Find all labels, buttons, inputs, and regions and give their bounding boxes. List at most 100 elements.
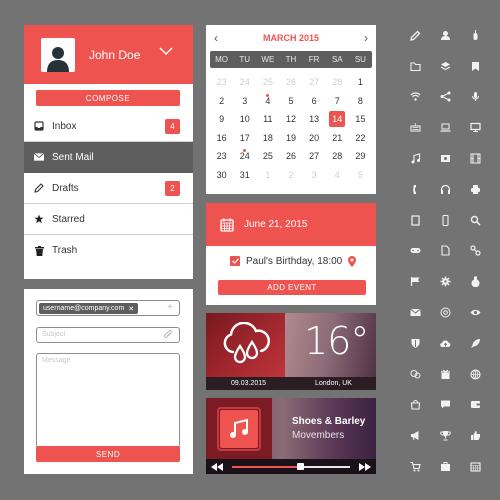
calendar-day[interactable]: 4 <box>326 166 349 185</box>
next-month-button[interactable]: › <box>364 32 368 44</box>
subject-input[interactable]: Subject <box>36 327 180 343</box>
calendar-day[interactable]: 30 <box>210 166 233 185</box>
day-number: 29 <box>355 151 366 162</box>
calendar-day[interactable]: 4 <box>256 92 279 111</box>
calendar-day[interactable]: 9 <box>210 110 233 129</box>
add-recipient-icon[interactable]: + <box>167 302 173 313</box>
briefcase-icon <box>430 451 460 482</box>
calendar-day[interactable]: 12 <box>279 110 302 129</box>
calendar-day[interactable]: 26 <box>279 73 302 92</box>
calendar-day[interactable]: 1 <box>256 166 279 185</box>
calendar-day[interactable]: 10 <box>233 110 256 129</box>
calendar-day[interactable]: 25 <box>256 147 279 166</box>
wallet-icon <box>460 390 490 421</box>
folder-sent-mail[interactable]: Sent Mail <box>24 142 193 173</box>
pencil-icon <box>400 20 430 51</box>
recipient-email: username@company.com <box>43 305 125 312</box>
calendar-day[interactable]: 5 <box>279 92 302 111</box>
weekday-label: SA <box>331 55 343 64</box>
shield-icon <box>400 328 430 359</box>
calendar-day[interactable]: 25 <box>256 73 279 92</box>
calendar-day[interactable]: 3 <box>233 92 256 111</box>
calendar-day[interactable]: 2 <box>210 92 233 111</box>
calendar-day[interactable]: 28 <box>326 73 349 92</box>
calendar-day[interactable]: 13 <box>303 110 326 129</box>
calendar-widget: ‹ MARCH 2015 › MO TU WE TH FR SA SU 23 24 25 26 27… <box>206 25 376 194</box>
gamepad-icon <box>400 236 430 267</box>
day-number: 9 <box>219 114 225 125</box>
calendar-day[interactable]: 7 <box>326 92 349 111</box>
calendar-day[interactable]: 20 <box>303 129 326 148</box>
checkmark-icon <box>231 258 239 264</box>
calendar-day[interactable]: 15 <box>349 110 372 129</box>
wifi-icon <box>400 82 430 113</box>
prev-month-button[interactable]: ‹ <box>214 32 218 44</box>
event-checkbox[interactable] <box>230 256 240 266</box>
paperclip-icon[interactable] <box>163 330 173 340</box>
temperature: 16° <box>304 319 369 363</box>
calendar-day[interactable]: 19 <box>279 129 302 148</box>
calendar-day[interactable]: 21 <box>326 129 349 148</box>
calendar-day[interactable]: 11 <box>256 110 279 129</box>
headphones-icon <box>430 174 460 205</box>
calendar-day[interactable]: 2 <box>279 166 302 185</box>
message-textarea[interactable]: Message <box>36 353 180 448</box>
folder-inbox[interactable]: Inbox 4 <box>24 111 193 142</box>
day-number: 1 <box>357 77 363 88</box>
tablet-icon <box>400 205 430 236</box>
envelope-icon <box>34 152 44 162</box>
chevron-down-icon[interactable] <box>159 46 173 56</box>
day-number: 18 <box>262 132 273 143</box>
weekday-label: TH <box>285 55 297 64</box>
day-number: 3 <box>242 95 248 106</box>
add-event-button[interactable]: ADD EVENT <box>218 280 366 295</box>
weather-info-bar: 09.03.2015 London, UK <box>206 377 376 390</box>
calendar-day[interactable]: 23 <box>210 73 233 92</box>
calendar-day[interactable]: 24 <box>233 147 256 166</box>
flag-icon <box>400 266 430 297</box>
chat-icon <box>400 359 430 390</box>
track-artist: Movembers <box>292 430 345 441</box>
to-field[interactable]: username@company.com ✕ + <box>36 300 180 316</box>
calendar-day[interactable]: 26 <box>279 147 302 166</box>
calendar-day[interactable]: 27 <box>303 73 326 92</box>
calendar-day[interactable]: 22 <box>349 129 372 148</box>
calendar-day[interactable]: 17 <box>233 129 256 148</box>
remove-recipient-icon[interactable]: ✕ <box>128 305 134 313</box>
folder-drafts[interactable]: Drafts 2 <box>24 173 193 204</box>
send-button[interactable]: SEND <box>36 446 180 462</box>
day-number: 25 <box>262 77 273 88</box>
progress-slider[interactable] <box>232 462 350 470</box>
day-number: 2 <box>288 169 294 180</box>
calendar-day[interactable]: 3 <box>303 166 326 185</box>
progress-thumb[interactable] <box>297 462 305 470</box>
calendar-day[interactable]: 6 <box>303 92 326 111</box>
icon-set <box>400 20 490 480</box>
layers-icon <box>430 51 460 82</box>
folder-starred[interactable]: Starred <box>24 204 193 235</box>
calendar-day[interactable]: 16 <box>210 129 233 148</box>
smartphone-icon <box>430 205 460 236</box>
calendar-day[interactable]: 8 <box>349 92 372 111</box>
compose-button[interactable]: COMPOSE <box>36 90 180 106</box>
mail-sidebar: John Doe COMPOSE Inbox 4 Sent Mail Draft… <box>24 25 193 279</box>
calendar-day[interactable]: 31 <box>233 166 256 185</box>
inbox-icon <box>34 121 44 131</box>
user-header[interactable]: John Doe <box>24 25 193 84</box>
calendar-day[interactable]: 18 <box>256 129 279 148</box>
day-number: 20 <box>309 132 320 143</box>
calendar-day[interactable]: 5 <box>349 166 372 185</box>
rewind-button[interactable] <box>206 462 228 471</box>
calendar-day[interactable]: 1 <box>349 73 372 92</box>
calendar-day[interactable]: 28 <box>326 147 349 166</box>
calendar-day[interactable]: 23 <box>210 147 233 166</box>
location-pin-icon[interactable] <box>348 255 357 267</box>
calendar-day[interactable]: 29 <box>349 147 372 166</box>
calendar-day[interactable]: 27 <box>303 147 326 166</box>
day-number: 26 <box>285 151 296 162</box>
day-number: 25 <box>262 151 273 162</box>
calendar-day-selected[interactable]: 14 <box>326 110 349 129</box>
fast-forward-button[interactable] <box>354 462 376 471</box>
folder-trash[interactable]: Trash <box>24 235 193 266</box>
calendar-day[interactable]: 24 <box>233 73 256 92</box>
